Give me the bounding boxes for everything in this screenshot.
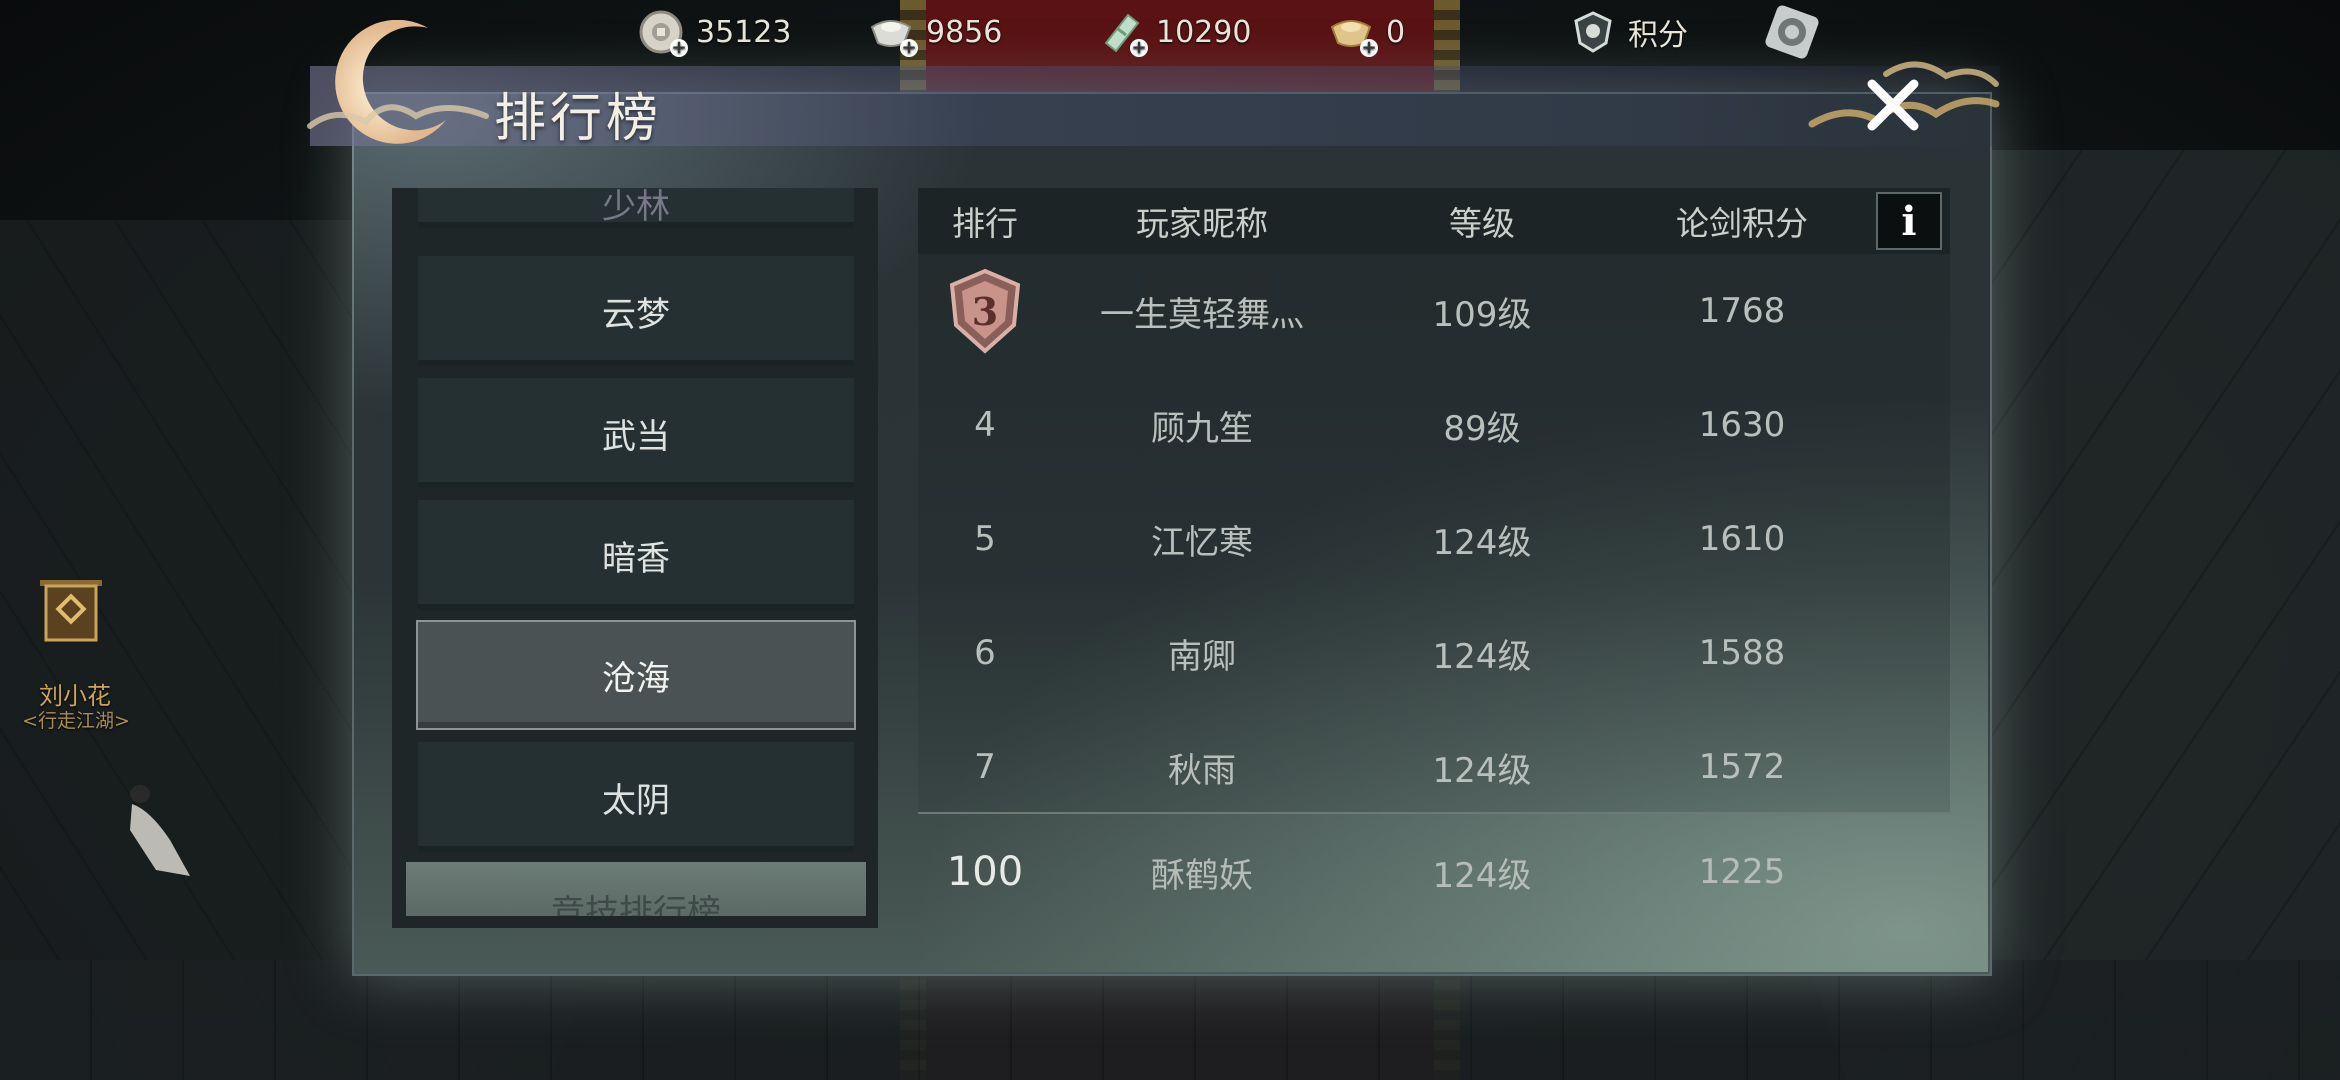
header-player-name: 玩家昵称 — [1136, 204, 1268, 243]
level-cell: 124级 — [1432, 522, 1532, 563]
add-icon: + — [670, 37, 688, 58]
currency-silver-ingot[interactable]: + 9856 — [868, 8, 1003, 57]
category-item-canghai[interactable]: 沧海 — [416, 620, 856, 730]
page-title: 排行榜 — [494, 89, 663, 149]
rank-medal-icon: 3 — [949, 268, 1021, 354]
score-cell: 1588 — [1698, 633, 1786, 673]
self-score-cell: 1225 — [1698, 852, 1786, 892]
cloud-ornament-icon — [307, 104, 489, 129]
category-item-taiyin[interactable]: 太阴 — [418, 742, 854, 852]
currency-value: 35123 — [696, 14, 792, 50]
rank-cell: 6 — [974, 633, 996, 673]
score-cell: 1572 — [1698, 747, 1786, 787]
currency-gold-ingot[interactable]: + 0 — [1328, 8, 1406, 57]
currency-value: 10290 — [1156, 14, 1252, 50]
category-label: 沧海 — [602, 658, 670, 699]
ranking-table: 排行 玩家昵称 等级 论剑积分 i 3 一生莫轻舞灬 109级 1768 4 顾… — [918, 188, 1950, 928]
player-name-cell: 南卿 — [1168, 636, 1236, 677]
score-cell: 1768 — [1698, 291, 1786, 331]
silver-coin-icon: + — [638, 9, 688, 57]
rank-cell: 7 — [974, 747, 996, 787]
header-score: 论剑积分 — [1676, 204, 1808, 243]
arena-leaderboard-button[interactable]: 竞技排行榜 — [406, 862, 866, 916]
category-label: 少林 — [602, 188, 670, 227]
points-button[interactable]: 积分 — [1570, 8, 1688, 56]
score-cell: 1630 — [1698, 405, 1786, 445]
table-row[interactable]: 3 一生莫轻舞灬 109级 1768 — [918, 254, 1950, 368]
table-body[interactable]: 3 一生莫轻舞灬 109级 1768 4 顾九笙 89级 1630 5 江忆寒 … — [918, 254, 1950, 814]
close-button[interactable] — [1858, 70, 1928, 140]
bottom-floor-tiles — [0, 960, 2340, 1080]
self-name-cell: 酥鹤妖 — [1151, 855, 1253, 896]
currency-value: 9856 — [926, 14, 1003, 50]
level-cell: 109级 — [1432, 294, 1532, 335]
level-cell: 124级 — [1432, 750, 1532, 791]
category-label: 云梦 — [602, 294, 670, 335]
player-name-cell: 江忆寒 — [1151, 522, 1253, 563]
add-icon: + — [1360, 37, 1378, 58]
category-label: 武当 — [602, 416, 670, 457]
gold-ingot-icon: + — [1328, 9, 1378, 57]
points-shield-icon — [1570, 9, 1616, 55]
npc-title: <行走江湖> — [22, 710, 130, 732]
table-row[interactable]: 6 南卿 124级 1588 — [918, 596, 1950, 710]
category-item-wudang[interactable]: 武当 — [418, 378, 854, 488]
player-name-cell: 一生莫轻舞灬 — [1100, 294, 1304, 335]
category-label: 暗香 — [602, 538, 670, 579]
arena-leaderboard-label: 竞技排行榜 — [551, 893, 721, 916]
table-row[interactable]: 7 秋雨 124级 1572 — [918, 710, 1950, 824]
table-row[interactable]: 5 江忆寒 124级 1610 — [918, 482, 1950, 596]
header-rank: 排行 — [952, 204, 1018, 243]
silver-ingot-icon: + — [868, 9, 918, 57]
add-icon: + — [1130, 37, 1148, 58]
category-label: 太阴 — [602, 780, 670, 821]
player-name-cell: 顾九笙 — [1151, 408, 1253, 449]
score-cell: 1610 — [1698, 519, 1786, 559]
table-header: 排行 玩家昵称 等级 论剑积分 i — [918, 188, 1950, 254]
currency-jade-ticket[interactable]: + 10290 — [1098, 8, 1252, 57]
self-row-divider — [918, 812, 1950, 814]
self-level-cell: 124级 — [1432, 855, 1532, 896]
info-icon: i — [1901, 197, 1917, 245]
add-icon: + — [900, 37, 918, 58]
rank-cell: 5 — [974, 519, 996, 559]
close-icon — [1867, 79, 1919, 131]
self-rank-cell: 100 — [946, 849, 1024, 895]
rank-cell: 4 — [974, 405, 996, 445]
header-level: 等级 — [1449, 204, 1515, 243]
self-rank-row: 100 酥鹤妖 124级 1225 — [918, 816, 1950, 928]
currency-silver-coin[interactable]: + 35123 — [638, 8, 792, 57]
rank-medal-number: 3 — [972, 289, 998, 334]
jade-ticket-icon: + — [1098, 9, 1148, 57]
category-item-anxiang[interactable]: 暗香 — [418, 500, 854, 610]
settings-gear-icon[interactable] — [1764, 4, 1820, 60]
category-list[interactable]: 少林 云梦 武当 暗香 沧海 太阴 竞技排行榜 — [392, 188, 878, 928]
category-item-partial[interactable]: 少林 — [418, 188, 854, 228]
info-button[interactable]: i — [1876, 192, 1942, 250]
level-cell: 124级 — [1432, 636, 1532, 677]
npc-banner-icon[interactable] — [36, 578, 106, 646]
points-label: 积分 — [1628, 18, 1688, 53]
player-name-cell: 秋雨 — [1168, 750, 1236, 791]
player-character-figure — [110, 780, 200, 880]
rank-cell: 3 — [918, 254, 1052, 368]
currency-value: 0 — [1386, 14, 1406, 50]
table-row[interactable]: 4 顾九笙 89级 1630 — [918, 368, 1950, 482]
category-item-yunmeng[interactable]: 云梦 — [418, 256, 854, 366]
level-cell: 89级 — [1443, 408, 1521, 449]
